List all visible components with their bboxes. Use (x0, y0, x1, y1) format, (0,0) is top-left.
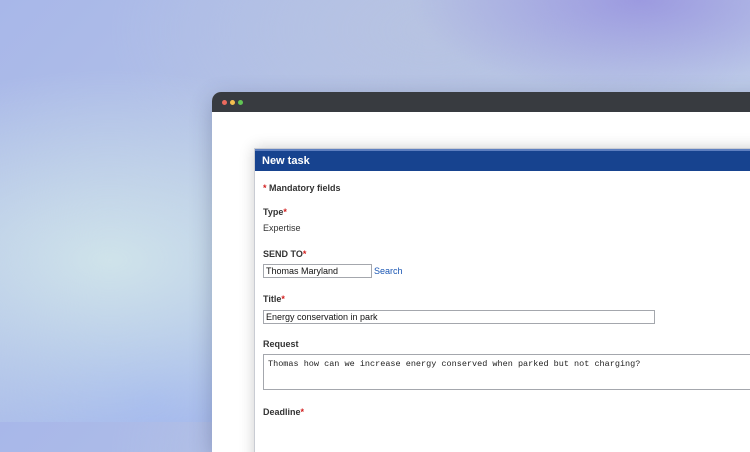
dialog-title: New task (255, 149, 750, 171)
browser-window: New task * Mandatory fields Type* Expert… (212, 92, 750, 452)
type-label: Type* (263, 207, 287, 217)
window-titlebar (212, 92, 750, 112)
title-input[interactable]: Energy conservation in park (263, 310, 655, 324)
send-to-required-star: * (302, 249, 307, 259)
type-label-text: Type (263, 207, 284, 217)
title-label-text: Title (263, 294, 282, 304)
required-star: * (263, 183, 267, 193)
minimize-window-dot-icon[interactable] (230, 100, 235, 105)
search-link[interactable]: Search (374, 266, 403, 276)
new-task-dialog: New task * Mandatory fields Type* Expert… (254, 148, 750, 452)
deadline-label: Deadline* (263, 407, 304, 417)
title-label: Title* (263, 294, 285, 304)
deadline-label-text: Deadline (263, 407, 301, 417)
title-required-star: * (281, 294, 285, 304)
send-to-input[interactable]: Thomas Maryland (263, 264, 372, 278)
send-to-label-text: SEND TO (263, 249, 303, 259)
request-textarea[interactable]: Thomas how can we increase energy conser… (263, 354, 750, 390)
request-label: Request (263, 339, 299, 349)
deadline-required-star: * (300, 407, 305, 417)
page-viewport: New task * Mandatory fields Type* Expert… (212, 112, 750, 452)
mandatory-fields-text: Mandatory fields (269, 183, 341, 193)
maximize-window-dot-icon[interactable] (238, 100, 243, 105)
mandatory-fields-note: * Mandatory fields (263, 183, 341, 193)
send-to-label: SEND TO* (263, 249, 306, 259)
type-value: Expertise (263, 223, 301, 233)
type-required-star: * (283, 207, 287, 217)
close-window-dot-icon[interactable] (222, 100, 227, 105)
